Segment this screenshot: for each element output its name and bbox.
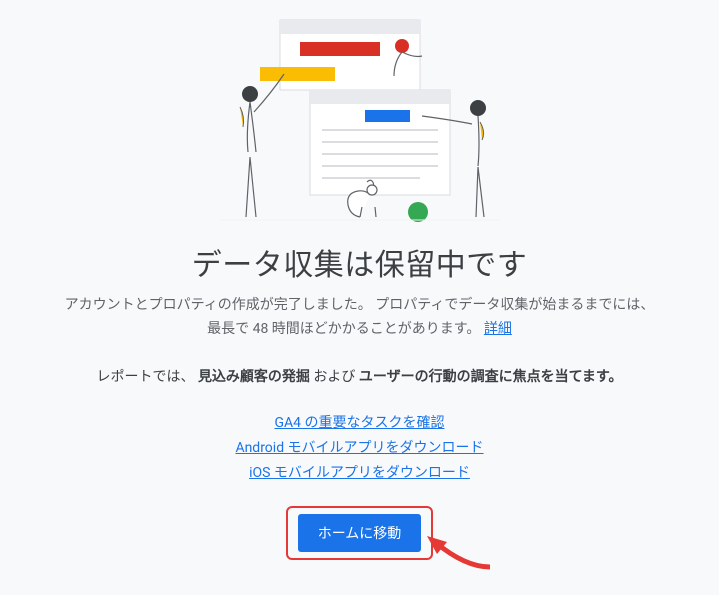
subtext-line1: アカウントとプロパティの作成が完了しました。 プロパティでデータ収集が始まるまで…: [65, 297, 655, 313]
go-home-button[interactable]: ホームに移動: [298, 514, 422, 552]
content-container: データ収集は保留中です アカウントとプロパティの作成が完了しました。 プロパティ…: [0, 0, 719, 560]
subtext-line2: 最長で 48 時間ほどかかることがあります。: [207, 321, 484, 337]
report-prefix: レポートでは、: [96, 369, 194, 385]
ga4-tasks-link[interactable]: GA4 の重要なタスクを確認: [274, 412, 444, 432]
report-bold2: ユーザーの行動の調査に焦点を当てます。: [359, 369, 623, 385]
hero-illustration: [210, 12, 510, 222]
quick-links: GA4 の重要なタスクを確認 Android モバイルアプリをダウンロード iO…: [235, 412, 483, 482]
android-download-link[interactable]: Android モバイルアプリをダウンロード: [235, 437, 483, 457]
report-bold1: 見込み顧客の発掘: [198, 369, 310, 385]
report-mid: および: [313, 369, 358, 385]
ios-download-link[interactable]: iOS モバイルアプリをダウンロード: [249, 462, 470, 482]
detail-link[interactable]: 詳細: [484, 321, 512, 337]
report-text: レポートでは、 見込み顧客の発掘 および ユーザーの行動の調査に焦点を当てます。: [96, 366, 622, 386]
subtext: アカウントとプロパティの作成が完了しました。 プロパティでデータ収集が始まるまで…: [65, 294, 655, 342]
highlight-box: ホームに移動: [286, 506, 434, 560]
page-heading: データ収集は保留中です: [192, 240, 528, 284]
